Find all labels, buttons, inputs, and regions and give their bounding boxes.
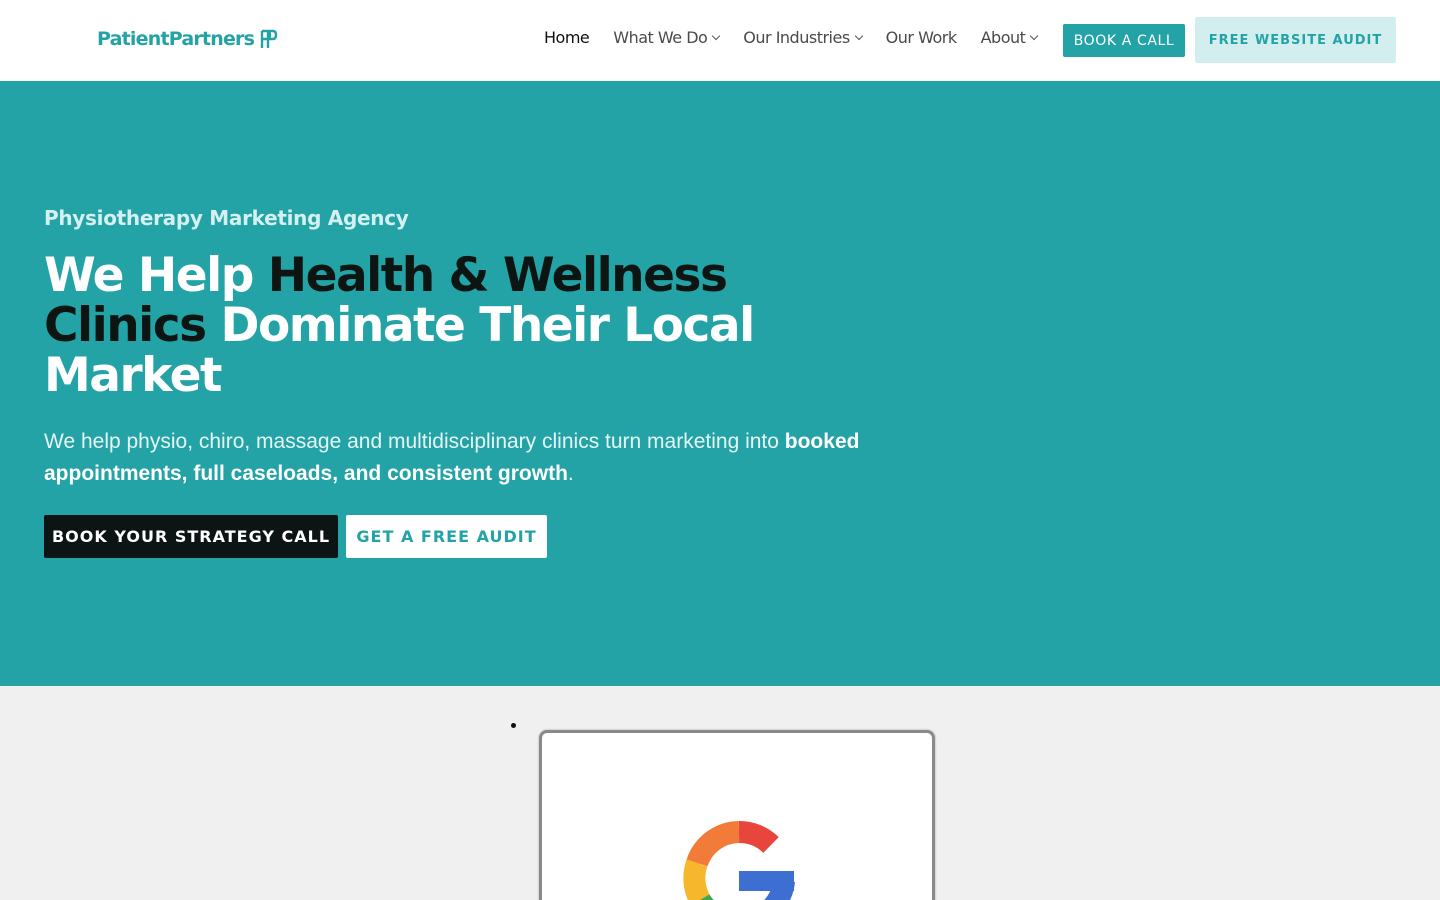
nav-item-about[interactable]: About xyxy=(980,28,1039,47)
hero-headline: We Help Health & Wellness Clinics Domina… xyxy=(44,251,844,401)
nav-item-our-industries[interactable]: Our Industries xyxy=(743,28,863,47)
get-free-audit-button[interactable]: GET A FREE AUDIT xyxy=(346,515,547,558)
chevron-down-icon xyxy=(854,31,863,41)
book-a-call-button[interactable]: BOOK A CALL xyxy=(1063,24,1185,57)
free-website-audit-button[interactable]: FREE WEBSITE AUDIT xyxy=(1195,17,1396,63)
nav-item-what-we-do[interactable]: What We Do xyxy=(613,28,721,47)
headline-part-1: We Help xyxy=(44,248,268,303)
hero-eyebrow: Physiotherapy Marketing Agency xyxy=(44,206,409,230)
nav-item-our-work[interactable]: Our Work xyxy=(886,28,957,47)
hero-section: Physiotherapy Marketing Agency We Help H… xyxy=(0,81,1440,686)
nav-item-label: Home xyxy=(544,28,590,47)
chevron-down-icon xyxy=(1030,31,1039,41)
book-strategy-call-button[interactable]: BOOK YOUR STRATEGY CALL xyxy=(44,515,338,558)
main-nav: Home What We Do Our Industries Our Work … xyxy=(544,28,1061,47)
site-header: PatientPartners Home What We Do Our Indu… xyxy=(0,0,1440,81)
hero-subtext: We help physio, chiro, massage and multi… xyxy=(44,426,924,490)
google-review-card xyxy=(539,730,935,900)
nav-item-home[interactable]: Home xyxy=(544,28,590,47)
google-g-icon xyxy=(680,818,798,900)
subtext-lead: We help physio, chiro, massage and multi… xyxy=(44,430,785,453)
site-logo[interactable]: PatientPartners xyxy=(97,28,278,50)
nav-item-label: About xyxy=(980,28,1026,47)
nav-item-label: Our Industries xyxy=(743,28,850,47)
pp-monogram-icon xyxy=(260,29,278,49)
subtext-tail: . xyxy=(567,462,574,485)
nav-item-label: Our Work xyxy=(885,28,957,47)
list-bullet xyxy=(511,723,516,728)
logo-text: PatientPartners xyxy=(97,28,255,50)
nav-item-label: What We Do xyxy=(613,28,708,47)
chevron-down-icon xyxy=(712,31,721,41)
